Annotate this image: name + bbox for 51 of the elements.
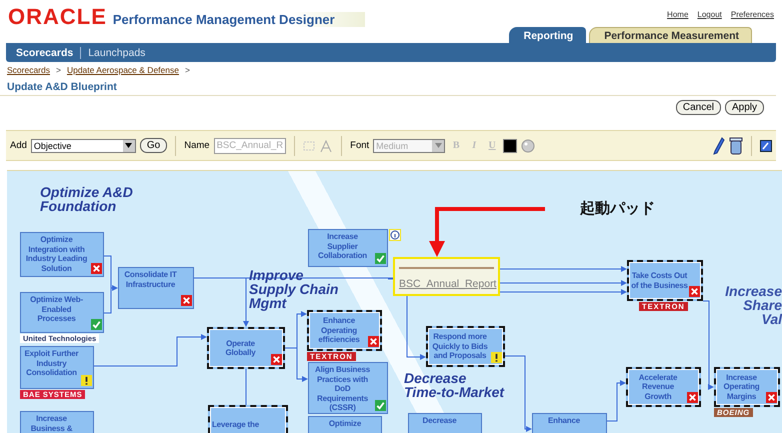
add-dropdown[interactable]: Objective xyxy=(30,138,136,152)
breadcrumb-separator: > xyxy=(56,65,61,75)
tab[interactable]: Performance Measurement xyxy=(589,27,752,43)
connector-line xyxy=(606,380,626,422)
pencil-icon[interactable] xyxy=(713,136,725,154)
trash-icon[interactable] xyxy=(729,136,743,154)
action-button[interactable]: Cancel xyxy=(676,100,721,115)
objective-node[interactable]: Enhance xyxy=(532,413,607,433)
objective-node[interactable]: Take Costs Out of the Business xyxy=(627,260,703,301)
objective-node[interactable]: Operate Globally xyxy=(207,327,285,369)
page-title: Update A&D Blueprint xyxy=(0,75,776,96)
launchpad[interactable]: BSC_Annual_Report xyxy=(393,257,500,296)
connector-line xyxy=(406,296,426,360)
objective-node[interactable]: Consolidate IT Infrastructure xyxy=(118,267,194,309)
objective-node[interactable]: Exploit Further Industry Consolidation xyxy=(20,346,94,389)
oracle-logo: ORACLE xyxy=(8,6,107,28)
add-label: Add xyxy=(10,140,27,151)
color-swatch-icon[interactable] xyxy=(503,138,518,152)
objective-node[interactable]: Optimize Integration with Industry Leading Solution xyxy=(20,232,104,277)
font-label: Font xyxy=(350,140,370,151)
tab[interactable]: Reporting xyxy=(508,27,586,43)
name-field[interactable]: BSC_Annual_R xyxy=(214,138,286,154)
header-link[interactable]: Logout xyxy=(697,10,722,19)
objective-node[interactable]: Increase Operating Margins xyxy=(714,367,780,407)
action-button[interactable]: Apply xyxy=(724,100,764,115)
theme-label: Increase Share Val xyxy=(725,284,782,326)
edit-icon[interactable] xyxy=(760,140,772,152)
objective-node[interactable]: Enhance Operating efficiencies xyxy=(307,310,382,351)
objective-node[interactable]: Optimize Web-Enabled Processes xyxy=(20,292,104,333)
theme-label: Optimize A&D Foundation xyxy=(40,185,133,213)
breadcrumb-link[interactable]: Update Aerospace & Defense xyxy=(66,65,179,75)
header-link[interactable]: Home xyxy=(667,10,688,19)
objective-node[interactable]: Decrease xyxy=(408,413,482,433)
breadcrumb-link[interactable]: Scorecards xyxy=(7,65,50,75)
caret-icon xyxy=(434,143,442,148)
objective-node[interactable]: Respond more Quickly to Bids and Proposals xyxy=(426,326,505,367)
go-button[interactable]: Go xyxy=(140,138,168,153)
product-title: Performance Management Designer xyxy=(112,12,365,27)
objective-node[interactable]: Leverage the xyxy=(208,405,288,433)
objective-node[interactable]: Align Business Practices with DoD Requirements (CSSR) xyxy=(308,362,388,414)
nav-link[interactable]: Launchpads xyxy=(80,46,146,58)
caret-icon xyxy=(125,143,132,148)
name-label: Name xyxy=(184,140,210,151)
breadcrumb-separator: > xyxy=(184,65,190,75)
annotation-label: 起動パッド xyxy=(580,199,655,218)
objective-node[interactable]: Increase Business & xyxy=(20,411,94,433)
theme-label: Decrease Time-to-Market xyxy=(404,371,504,399)
objective-node[interactable]: Optimize xyxy=(308,416,382,433)
objective-node[interactable]: Accelerate Revenue Growth xyxy=(626,367,701,407)
nav-link[interactable]: Scorecards xyxy=(16,46,74,58)
header-link[interactable]: Preferences xyxy=(730,10,774,19)
